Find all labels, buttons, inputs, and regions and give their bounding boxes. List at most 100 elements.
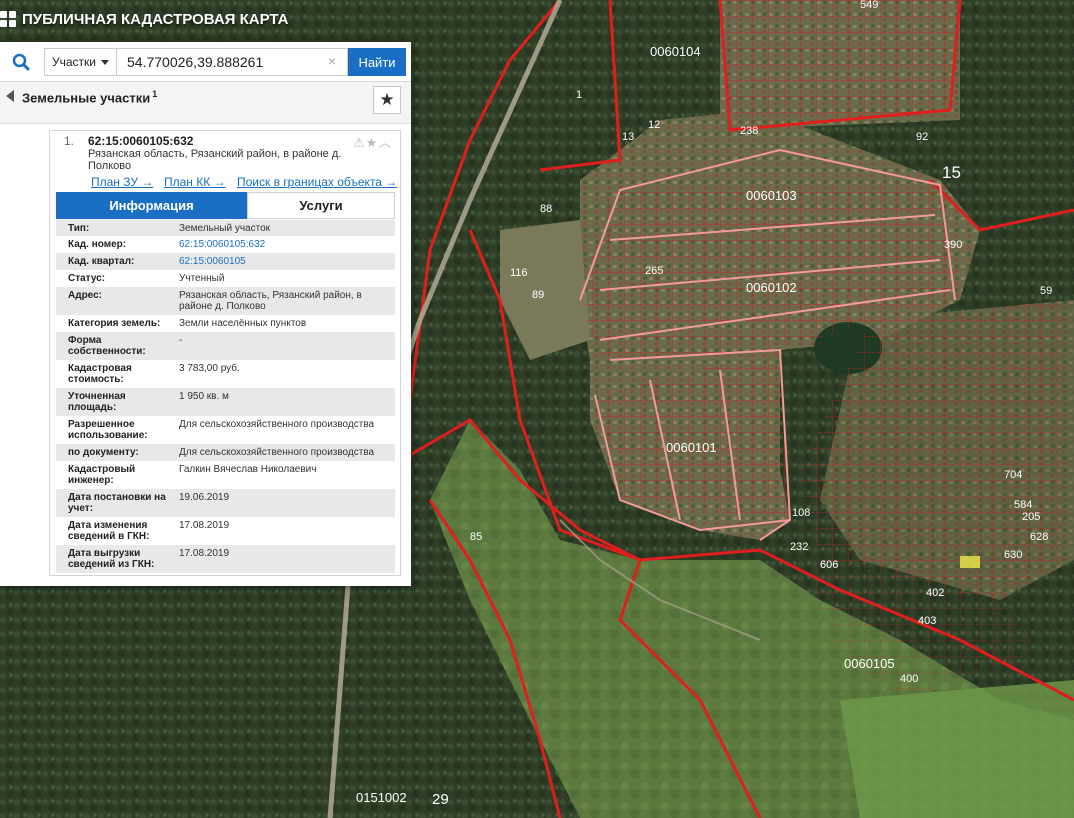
parcel-label: 584 — [1014, 499, 1032, 511]
field-label: Дата постановки на учет: — [68, 492, 166, 514]
table-row: Категория земель: Земли населённых пункт… — [56, 315, 395, 332]
search-icon[interactable] — [6, 48, 36, 76]
parcel-label: 628 — [1030, 531, 1048, 543]
table-row: Уточненная площадь: 1 950 кв. м — [56, 388, 395, 416]
field-label: Форма собственности: — [68, 335, 146, 357]
result-tabs: Информация Услуги — [56, 192, 395, 219]
object-type-label: Участки — [52, 55, 96, 69]
favorites-star-button[interactable]: ★ — [373, 86, 401, 114]
field-value: 3 783,00 руб. — [179, 363, 240, 374]
parcel-label: 265 — [645, 265, 663, 277]
result-actions: ⚠★︿ — [353, 132, 392, 151]
field-value[interactable]: 62:15:0060105:632 — [179, 239, 391, 250]
parcel-label: 12 — [648, 119, 660, 131]
tab-information[interactable]: Информация — [56, 192, 247, 219]
back-arrow-icon[interactable] — [6, 90, 14, 102]
parcel-label: 116 — [510, 267, 528, 279]
field-value: Рязанская область, Рязанский район, в ра… — [179, 290, 362, 312]
field-value: - — [179, 335, 183, 346]
field-label: Кад. квартал: — [68, 256, 135, 267]
table-row: Форма собственности: - — [56, 332, 395, 360]
app-title: ПУБЛИЧНАЯ КАДАСТРОВАЯ КАРТА — [0, 8, 288, 30]
table-row: Кадастровый инженер: Галкин Вячеслав Ник… — [56, 461, 395, 489]
table-row: по документу: Для сельскохозяйственного … — [56, 444, 395, 461]
quarter-label: 0060101 — [666, 440, 717, 455]
parcel-label: 630 — [1004, 549, 1022, 561]
plan-kk-link[interactable]: План КК → — [164, 175, 226, 189]
parcel-label: 108 — [792, 507, 810, 519]
table-row: Дата изменения сведений в ГКН: 17.08.201… — [56, 517, 395, 545]
plan-zu-link[interactable]: План ЗУ → — [91, 175, 153, 189]
quarter-label: 0060105 — [844, 656, 895, 671]
parcel-label: 88 — [540, 203, 552, 215]
warning-icon[interactable]: ⚠ — [353, 135, 366, 150]
table-row: Тип: Земельный участок — [56, 220, 395, 236]
object-type-select[interactable]: Участки — [44, 48, 116, 76]
quarter-label: 0060103 — [746, 188, 797, 203]
field-label: Кадастровая стоимость: — [68, 363, 132, 385]
table-row: Статус: Учтенный — [56, 270, 395, 287]
table-row: Разрешенное использование: Для сельскохо… — [56, 416, 395, 444]
field-label: Кад. номер: — [68, 239, 127, 250]
parcel-label: 29 — [432, 791, 449, 808]
field-value: Галкин Вячеслав Николаевич — [179, 464, 317, 475]
logo-icon — [0, 11, 16, 27]
star-icon: ★ — [379, 90, 395, 109]
field-value: Земельный участок — [179, 223, 271, 234]
parcel-label: 400 — [900, 673, 918, 685]
parcel-label: 549 — [860, 0, 878, 11]
table-row: Адрес: Рязанская область, Рязанский райо… — [56, 287, 395, 315]
chevron-down-icon — [101, 59, 109, 65]
parcel-label: 15 — [942, 163, 961, 182]
field-label: Дата выгрузки сведений из ГКН: — [68, 548, 155, 570]
parcel-label: 205 — [1022, 511, 1040, 523]
app-title-text: ПУБЛИЧНАЯ КАДАСТРОВАЯ КАРТА — [22, 10, 289, 28]
field-label: Дата изменения сведений в ГКН: — [68, 520, 150, 542]
field-label: Категория земель: — [68, 318, 161, 329]
table-row: Кад. номер: 62:15:0060105:632 — [56, 236, 395, 253]
search-in-bounds-link[interactable]: Поиск в границах объекта → — [237, 175, 397, 189]
parcel-label: 390 — [944, 239, 962, 251]
field-label: Разрешенное использование: — [68, 419, 148, 441]
parcel-label: 92 — [916, 131, 928, 143]
field-label: Кадастровый инженер: — [68, 464, 136, 486]
field-label: Адрес: — [68, 290, 102, 301]
parcel-label: 606 — [820, 559, 838, 571]
table-row: Дата постановки на учет: 19.06.2019 — [56, 489, 395, 517]
results-title-text: Земельные участки — [22, 90, 151, 106]
field-value: Для сельскохозяйственного производства — [179, 419, 375, 430]
parcel-label: 59 — [1040, 285, 1052, 297]
quarter-label: 0060104 — [650, 44, 701, 59]
search-bar: Участки × Найти — [0, 42, 411, 82]
table-row: Кад. квартал: 62:15:0060105 — [56, 253, 395, 270]
result-address: Рязанская область, Рязанский район, в ра… — [88, 148, 342, 172]
find-button[interactable]: Найти — [348, 48, 406, 76]
field-value: 17.08.2019 — [179, 520, 230, 531]
clear-icon[interactable]: × — [328, 54, 336, 68]
field-label: по документу: — [68, 447, 139, 458]
results-title: Земельные участки 1 — [22, 89, 157, 105]
parcel-label: 232 — [790, 541, 808, 553]
search-panel: Участки × Найти Земельные участки1 ★ 1. … — [0, 42, 411, 586]
field-value: 1 950 кв. м — [179, 391, 229, 402]
field-label: Уточненная площадь: — [68, 391, 126, 413]
field-value: Учтенный — [179, 273, 225, 284]
search-input[interactable] — [116, 48, 348, 76]
parcel-label: 1 — [576, 89, 582, 101]
parcel-label: 238 — [740, 125, 758, 137]
field-value: Для сельскохозяйственного производства — [179, 447, 375, 458]
field-value[interactable]: 62:15:0060105 — [179, 256, 391, 267]
parcel-label: 403 — [918, 615, 936, 627]
result-index: 1. — [64, 134, 75, 148]
chevron-up-icon[interactable]: ︿ — [378, 135, 392, 150]
parcel-label: 85 — [470, 531, 482, 543]
parcel-label: 13 — [622, 131, 634, 143]
results-count: 1 — [152, 89, 158, 99]
parcel-label: 402 — [926, 587, 944, 599]
tab-services[interactable]: Услуги — [247, 192, 395, 219]
field-value: 19.06.2019 — [179, 492, 230, 503]
result-cadastral-number[interactable]: 62:15:0060105:632 — [88, 134, 193, 148]
field-label: Статус: — [68, 273, 106, 284]
star-outline-icon[interactable]: ★ — [366, 135, 379, 150]
field-label: Тип: — [68, 223, 90, 234]
